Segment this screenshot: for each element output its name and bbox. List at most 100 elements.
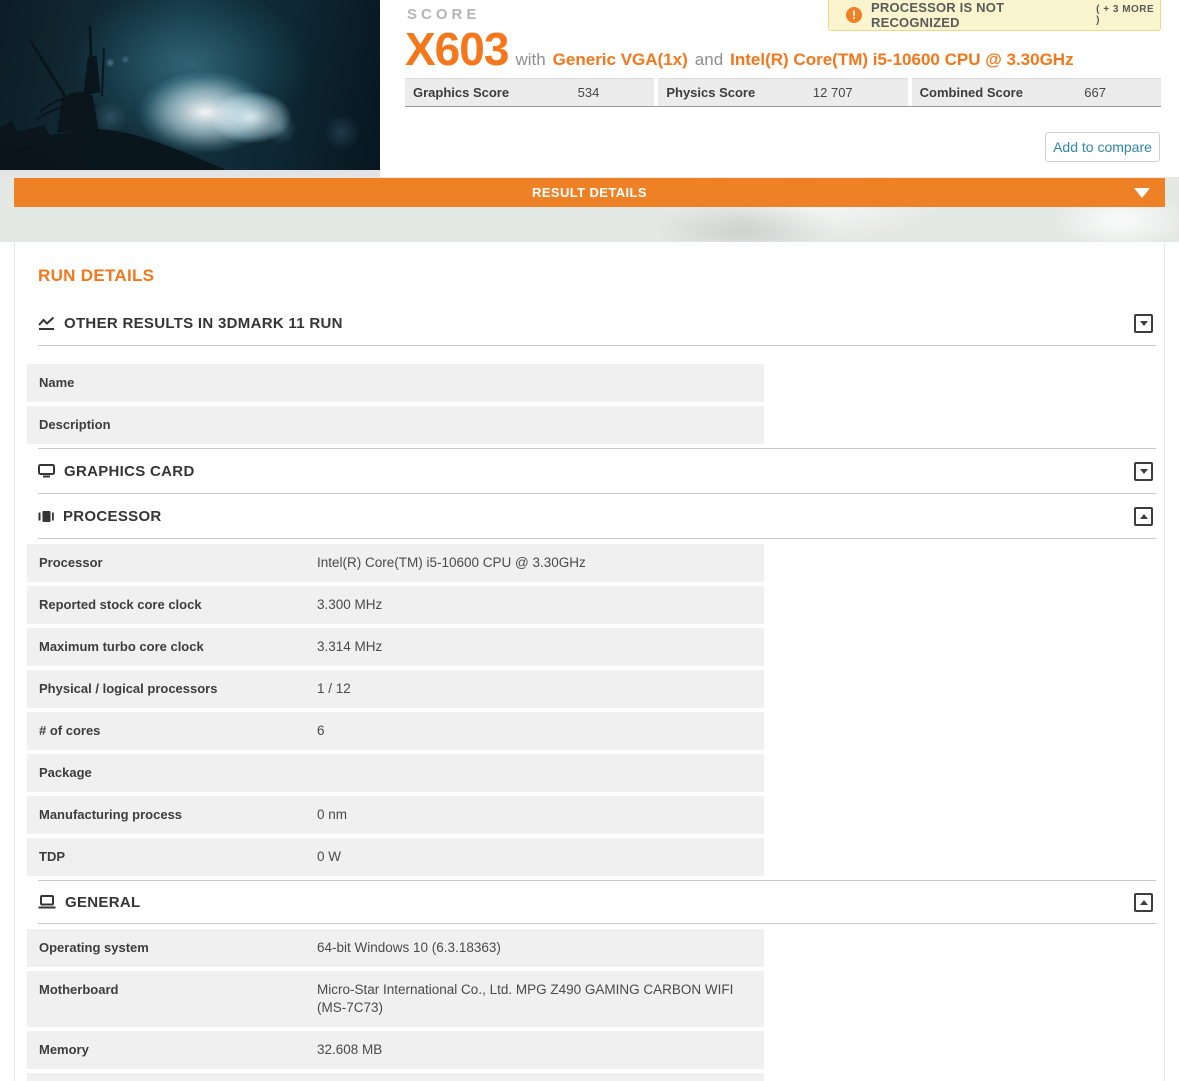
row-value: 32.608 MB	[317, 1042, 383, 1057]
row-label: Motherboard	[39, 982, 119, 997]
monitor-icon	[38, 464, 55, 478]
row-value: 0 nm	[317, 807, 348, 822]
thumbnail-footer-strip	[0, 170, 380, 177]
sub-scores-strip: Graphics Score 534 Physics Score 12 707 …	[405, 78, 1161, 107]
row-value: 6	[317, 723, 325, 738]
row-label: Operating system	[39, 940, 149, 955]
collapse-toggle[interactable]	[1134, 892, 1153, 912]
combined-score-value: 667	[1084, 85, 1106, 100]
table-row: TDP 0 W	[27, 838, 764, 876]
triangle-up-icon	[1139, 513, 1148, 519]
warning-text: PROCESSOR IS NOT RECOGNIZED	[871, 0, 1005, 30]
divider	[38, 538, 1156, 539]
table-row: Motherboard Micro-Star International Co.…	[27, 971, 764, 1027]
table-row: Package	[27, 754, 764, 792]
row-value: 3.300 MHz	[317, 597, 383, 612]
triangle-up-icon	[1139, 899, 1148, 905]
table-row: # of cores 6	[27, 712, 764, 750]
physics-score-label: Physics Score	[666, 85, 756, 100]
table-row: Name	[27, 364, 764, 402]
table-row: Maximum turbo core clock 3.314 MHz	[27, 628, 764, 666]
score-header: SCORE X603 with Generic VGA(1x) and Inte…	[0, 0, 1179, 178]
row-value	[317, 364, 764, 402]
row-value: 1 / 12	[317, 681, 351, 696]
collapse-toggle[interactable]	[1134, 461, 1153, 481]
row-label: Maximum turbo core clock	[39, 639, 204, 654]
gpu-link[interactable]: Generic VGA(1x)	[553, 50, 688, 70]
divider	[38, 493, 1156, 494]
row-label: Reported stock core clock	[39, 597, 202, 612]
collapse-toggle[interactable]	[1134, 313, 1153, 333]
section-title: OTHER RESULTS IN 3DMARK 11 RUN	[64, 314, 343, 332]
row-value	[317, 406, 764, 444]
processor-warning-banner[interactable]: ! PROCESSOR IS NOT RECOGNIZED ( + 3 MORE…	[828, 0, 1161, 31]
row-label: Physical / logical processors	[39, 681, 218, 696]
result-page: SCORE X603 with Generic VGA(1x) and Inte…	[0, 0, 1179, 1081]
warning-more-text: ( + 3 MORE )	[1096, 3, 1155, 26]
shipwreck-silhouette	[0, 25, 226, 170]
triangle-down-icon	[1139, 320, 1148, 326]
section-header-other-results: OTHER RESULTS IN 3DMARK 11 RUN	[38, 313, 1156, 333]
run-details-panel: RUN DETAILS OTHER RESULTS IN 3DMARK 11 R…	[14, 242, 1165, 1081]
row-value	[317, 754, 764, 792]
row-value: 3.314 MHz	[317, 639, 383, 654]
divider	[38, 448, 1156, 449]
warning-icon: !	[846, 6, 862, 23]
combined-score-label: Combined Score	[919, 85, 1023, 100]
and-text: and	[694, 50, 724, 69]
row-value: Micro-Star International Co., Ltd. MPG Z…	[317, 982, 734, 1015]
general-table: Operating system 64-bit Windows 10 (6.3.…	[27, 929, 764, 1081]
result-details-label: RESULT DETAILS	[532, 185, 647, 200]
table-row: Description	[27, 406, 764, 444]
row-label: Description	[39, 417, 111, 432]
row-label: Package	[39, 765, 92, 780]
table-row: Operating system 64-bit Windows 10 (6.3.…	[27, 929, 764, 967]
table-row: Processor Intel(R) Core(TM) i5-10600 CPU…	[27, 544, 764, 582]
table-row: Manufacturing process 0 nm	[27, 796, 764, 834]
cpu-link[interactable]: Intel(R) Core(TM) i5-10600 CPU @ 3.30GHz	[730, 50, 1073, 70]
table-row: Physical / logical processors 1 / 12	[27, 670, 764, 708]
section-header-general: GENERAL	[38, 892, 1156, 912]
combined-score-cell: Combined Score 667	[911, 78, 1161, 106]
row-label: Hard drive model	[27, 1073, 317, 1081]
score-label: SCORE	[407, 6, 481, 23]
row-label: # of cores	[39, 723, 101, 738]
with-text: with	[515, 50, 546, 69]
add-to-compare-button[interactable]: Add to compare	[1045, 132, 1160, 162]
benchmark-thumbnail	[0, 0, 380, 170]
section-header-graphics-card: GRAPHICS CARD	[38, 461, 1156, 481]
result-details-bar[interactable]: RESULT DETAILS	[14, 178, 1165, 207]
graphics-score-cell: Graphics Score 534	[405, 78, 655, 106]
section-header-processor: PROCESSOR	[38, 506, 1156, 526]
chart-icon	[38, 316, 55, 331]
laptop-icon	[38, 895, 56, 909]
graphics-score-value: 534	[577, 85, 600, 100]
triangle-down-icon	[1139, 468, 1148, 474]
section-title: GRAPHICS CARD	[64, 462, 195, 480]
row-label: TDP	[39, 849, 65, 864]
page-title: RUN DETAILS	[38, 266, 155, 285]
physics-score-value: 12 707	[812, 85, 853, 100]
collapse-toggle[interactable]	[1134, 506, 1153, 526]
row-value: 64-bit Windows 10 (6.3.18363)	[317, 940, 501, 955]
divider	[38, 923, 1156, 924]
row-label: Processor	[39, 555, 103, 570]
chevron-down-icon	[1134, 188, 1150, 198]
row-label: Manufacturing process	[39, 807, 183, 822]
row-value: 3.000 GB Hitachi HDS723030ALA640	[317, 1073, 764, 1081]
section-title: PROCESSOR	[63, 507, 162, 525]
processor-table: Processor Intel(R) Core(TM) i5-10600 CPU…	[27, 544, 764, 876]
table-row: Memory 32.608 MB	[27, 1031, 764, 1069]
divider	[38, 345, 1156, 346]
row-label: Name	[39, 375, 75, 390]
row-label: Memory	[39, 1042, 89, 1057]
table-row: Reported stock core clock 3.300 MHz	[27, 586, 764, 624]
other-results-table: Name Description	[27, 364, 764, 444]
physics-score-cell: Physics Score 12 707	[658, 78, 908, 106]
score-value: X603	[405, 23, 509, 75]
row-value: 0 W	[317, 849, 342, 864]
section-title: GENERAL	[65, 893, 141, 911]
chip-icon	[38, 510, 54, 523]
graphics-score-label: Graphics Score	[413, 85, 510, 100]
divider	[38, 880, 1156, 881]
